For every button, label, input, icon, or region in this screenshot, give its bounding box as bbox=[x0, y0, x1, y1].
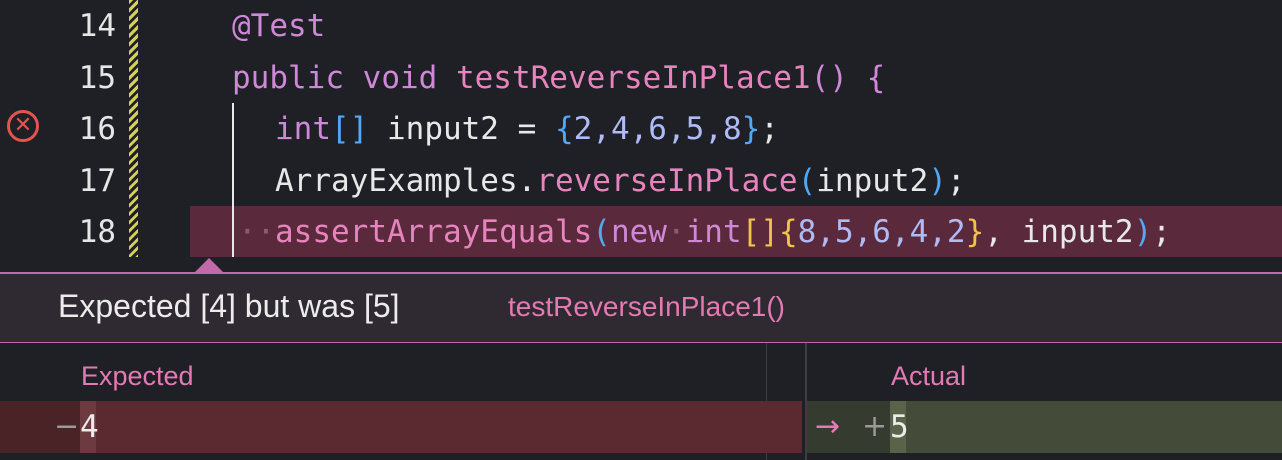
keyword-new: new bbox=[610, 214, 667, 250]
code-text: int[] input2 = {2,4,6,5,8}; bbox=[275, 103, 779, 155]
paren-open: ( bbox=[797, 163, 817, 199]
failure-message: Expected [4] but was [5] bbox=[58, 288, 400, 324]
type-int: int bbox=[685, 214, 742, 250]
code-line-14[interactable]: 14 @Test bbox=[0, 0, 1282, 52]
whitespace-dot: · bbox=[666, 214, 686, 250]
code-line-18[interactable]: 18 ·· assertArrayEquals(new·int[]{8,5,6,… bbox=[0, 206, 1282, 455]
class-ref: ArrayExamples. bbox=[275, 163, 537, 199]
semicolon: ; bbox=[1152, 214, 1171, 250]
keyword-public: public bbox=[232, 60, 344, 96]
code-line-15[interactable]: ✕ 15 public void testReverseInPlace1() { bbox=[0, 52, 1282, 142]
brace: { bbox=[866, 60, 886, 96]
method-name: testReverseInPlace1 bbox=[455, 60, 811, 96]
parens: () bbox=[810, 60, 848, 96]
code-text: assertArrayEquals(new·int[]{8,5,6,4,2}, … bbox=[275, 206, 1171, 258]
array-values: 8,5,6,4,2 bbox=[797, 214, 966, 250]
code-text: public void testReverseInPlace1() { bbox=[232, 52, 885, 104]
brace-open: { bbox=[778, 214, 798, 250]
whitespace-dots: ·· bbox=[238, 214, 276, 250]
brace-open: { bbox=[554, 111, 574, 147]
line-number: 14 bbox=[78, 8, 116, 44]
code-line-17[interactable]: 17 ArrayExamples.reverseInPlace(input2); bbox=[0, 155, 1282, 207]
code-text: ArrayExamples.reverseInPlace(input2); bbox=[275, 155, 966, 207]
brace-close: } bbox=[965, 214, 985, 250]
paren-close: ) bbox=[1133, 214, 1153, 250]
brackets: [] bbox=[331, 111, 369, 147]
semicolon: ; bbox=[946, 163, 966, 199]
argument: input2 bbox=[1021, 214, 1134, 250]
expected-header: Expected bbox=[81, 361, 194, 391]
test-name-link[interactable]: testReverseInPlace1() bbox=[508, 291, 785, 323]
semicolon: ; bbox=[760, 111, 779, 147]
paren-close: ) bbox=[928, 163, 947, 199]
diff-view: Expected Actual − 4 → + 5 bbox=[0, 343, 1282, 460]
paren-open: ( bbox=[592, 214, 611, 250]
line-number: 15 bbox=[78, 60, 116, 96]
annotation-token: @Test bbox=[232, 8, 326, 44]
code-editor[interactable]: 14 @Test ✕ 15 public void testReverseInP… bbox=[0, 0, 1282, 455]
variable-decl: input2 = bbox=[368, 111, 555, 147]
keyword-void: void bbox=[362, 60, 438, 96]
line-number: 18 bbox=[78, 214, 116, 250]
argument: input2 bbox=[816, 163, 929, 199]
code-line-16[interactable]: 16 int[] input2 = {2,4,6,5,8}; bbox=[0, 103, 1282, 155]
plus-icon: + bbox=[862, 409, 888, 444]
test-failure-message-bar: Expected [4] but was [5] testReverseInPl… bbox=[0, 272, 1282, 344]
expected-value: 4 bbox=[80, 409, 99, 445]
array-values: 2,4,6,5,8 bbox=[573, 111, 742, 147]
actual-value: 5 bbox=[890, 409, 909, 445]
brackets: [] bbox=[741, 214, 779, 250]
code-text: @Test bbox=[232, 0, 325, 52]
actual-header: Actual bbox=[891, 361, 967, 391]
assert-call: assertArrayEquals bbox=[275, 214, 593, 250]
line-number: 17 bbox=[78, 163, 116, 199]
actual-diff-content bbox=[890, 401, 1282, 453]
expected-diff-content bbox=[80, 401, 802, 453]
comma: , bbox=[984, 214, 1022, 250]
minus-icon: − bbox=[54, 409, 80, 444]
brace-close: } bbox=[741, 111, 761, 147]
arrow-right-icon: → bbox=[815, 409, 841, 444]
type-int: int bbox=[275, 111, 331, 147]
line-number: 16 bbox=[78, 111, 116, 147]
message-pointer bbox=[194, 258, 224, 273]
method-call: reverseInPlace bbox=[536, 163, 798, 199]
